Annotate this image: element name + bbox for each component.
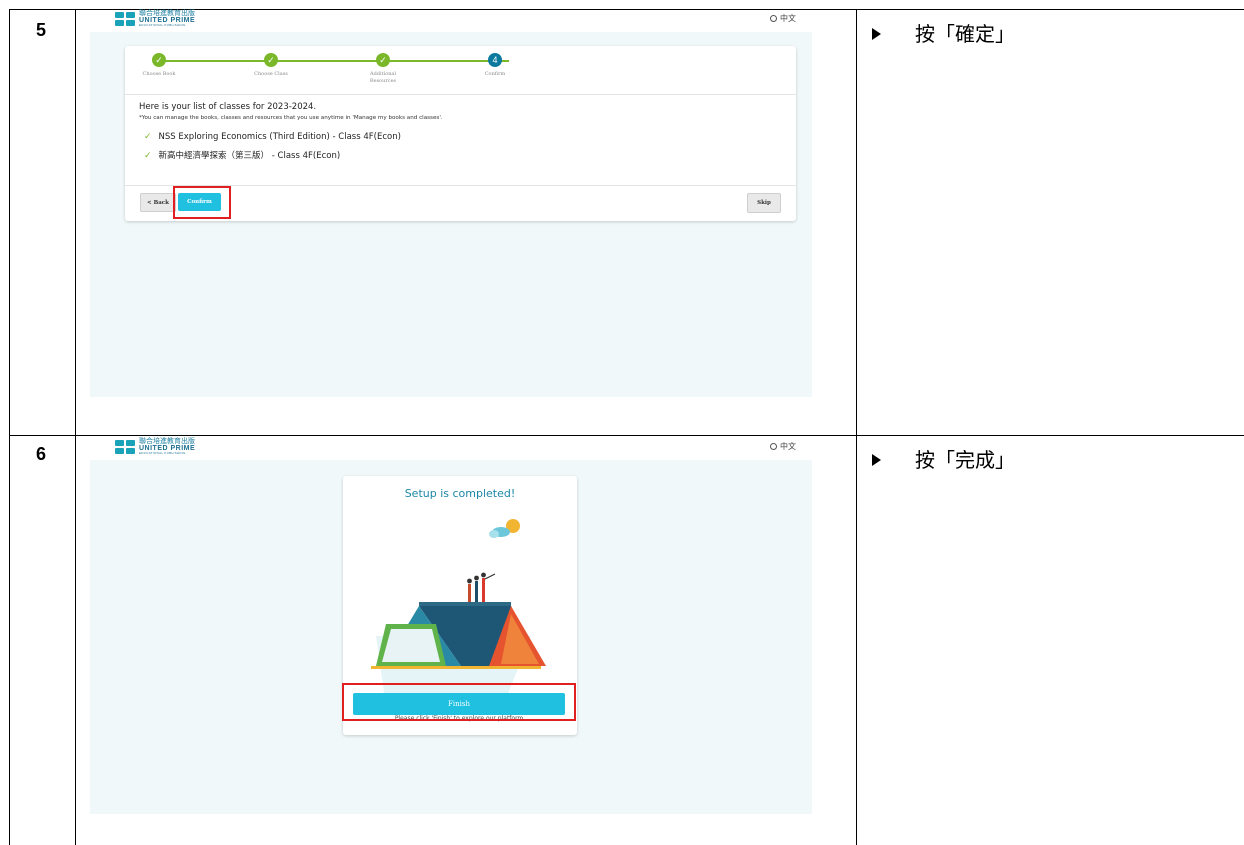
check-icon: ✓	[144, 132, 152, 142]
logo-icon	[115, 11, 135, 26]
class-item: ✓ 新高中經濟學探索（第三版） - Class 4F(Econ)	[144, 151, 341, 161]
step-instruction: 按「完成」	[872, 444, 1015, 473]
step-number: 6	[36, 444, 47, 464]
instruction-text: 按「確定」	[915, 22, 1015, 46]
skip-button[interactable]: Skip	[747, 193, 781, 213]
table-col-divider-2	[856, 9, 857, 845]
language-label: 中文	[780, 14, 796, 23]
language-switch[interactable]: 中文	[770, 441, 796, 452]
completion-title: Setup is completed!	[404, 487, 516, 500]
people-figures	[467, 572, 496, 602]
manage-note: *You can manage the books, classes and r…	[139, 115, 443, 121]
step-label-choose-book: Choose Book	[142, 71, 176, 77]
highlight-finish	[342, 683, 576, 721]
step-label-confirm: Confirm	[484, 71, 506, 77]
language-label: 中文	[780, 442, 796, 451]
book-spine	[419, 602, 511, 606]
brand-logo: 聯合培進教育出版 UNITED PRIME EDUCATIONAL PUBLIS…	[115, 438, 195, 455]
class-list-heading: Here is your list of classes for 2023-20…	[139, 102, 317, 112]
step-label-choose-class: Choose Class	[254, 71, 288, 77]
step-instruction: 按「確定」	[872, 18, 1015, 47]
globe-icon	[770, 443, 777, 450]
divider	[125, 94, 796, 95]
table-col-divider-1	[75, 9, 76, 845]
step-dot-choose-book: ✓	[152, 53, 166, 67]
back-button[interactable]: < Back	[140, 193, 176, 212]
check-icon: ✓	[144, 151, 152, 161]
step-dot-choose-class: ✓	[264, 53, 278, 67]
logo-sub: EDUCATIONAL PUBLISHING	[139, 23, 186, 27]
step-number: 5	[36, 20, 47, 40]
arrow-bullet-icon	[872, 27, 881, 40]
table-border-left	[9, 9, 10, 845]
globe-icon	[770, 15, 777, 22]
step-label-additional-resources: Additional Resources	[369, 71, 397, 84]
arrow-bullet-icon	[872, 453, 881, 466]
base-line	[371, 666, 541, 669]
logo-zh: 聯合培進教育出版	[139, 9, 195, 17]
instruction-text: 按「完成」	[915, 448, 1015, 472]
screenshot-confirm-step: 聯合培進教育出版 UNITED PRIME EDUCATIONAL PUBLIS…	[90, 10, 812, 397]
stepper-progress	[159, 60, 509, 62]
step-dot-additional-resources: ✓	[376, 53, 390, 67]
language-switch[interactable]: 中文	[770, 13, 796, 24]
class-item: ✓ NSS Exploring Economics (Third Edition)…	[144, 132, 401, 142]
step-dot-confirm: 4	[488, 53, 502, 67]
highlight-confirm	[173, 186, 231, 219]
screenshot-setup-complete: 聯合培進教育出版 UNITED PRIME EDUCATIONAL PUBLIS…	[90, 436, 812, 814]
logo-sub: EDUCATIONAL PUBLISHING	[139, 451, 186, 455]
logo-zh: 聯合培進教育出版	[139, 437, 195, 445]
brand-logo: 聯合培進教育出版 UNITED PRIME EDUCATIONAL PUBLIS…	[115, 10, 195, 27]
logo-icon	[115, 439, 135, 454]
